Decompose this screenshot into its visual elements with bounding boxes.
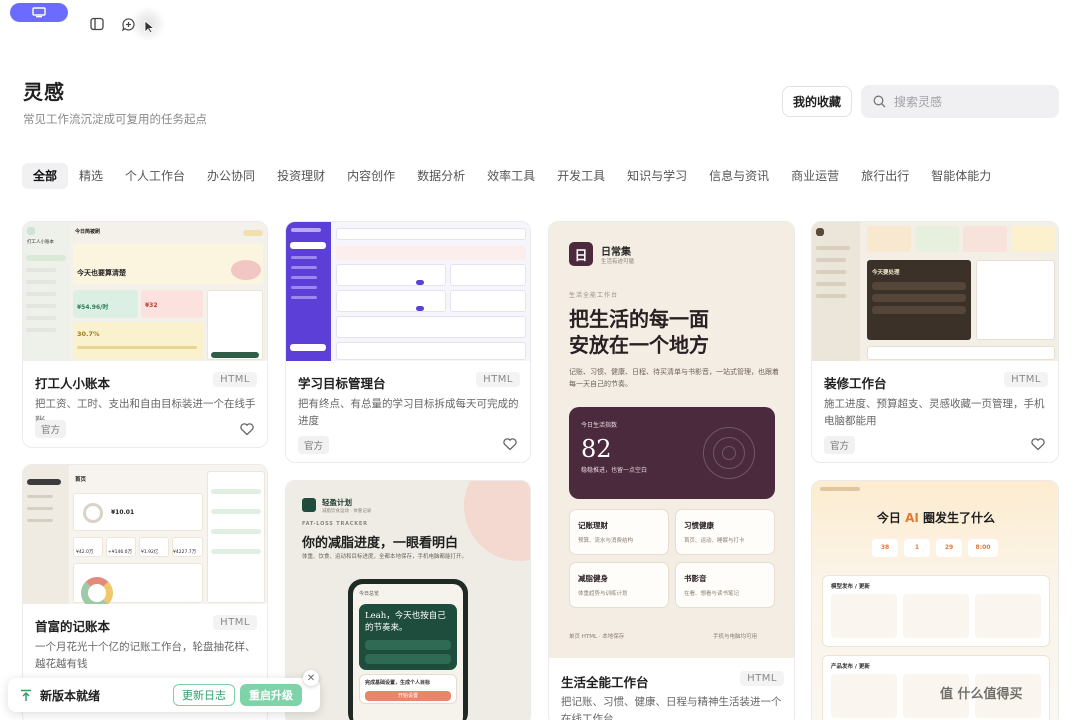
template-card[interactable]: 今天要处理 装修工作台 HTML 施工进度、预算超支、灵感收藏一页管理，手机电脑…: [811, 221, 1059, 463]
mouse-cursor-icon: [144, 19, 156, 38]
tab-travel[interactable]: 旅行出行: [850, 163, 920, 189]
card-title: 生活全能工作台: [561, 675, 649, 690]
card-thumbnail: 今天要处理: [812, 222, 1058, 361]
card-thumbnail: [286, 222, 530, 361]
card-description: 把工资、工时、支出和自由目标装进一个在线手账: [35, 398, 256, 427]
life-index-panel: 今日生活指数 82 稳稳推进，也留一点空白: [569, 407, 775, 499]
search-input[interactable]: [894, 94, 1044, 109]
tab-investing[interactable]: 投资理财: [266, 163, 336, 189]
template-card[interactable]: 学习目标管理台 HTML 把有终点、有总量的学习目标拆成每天可完成的进度 官方: [285, 221, 531, 463]
changelog-button[interactable]: 更新日志: [173, 684, 235, 706]
html-badge: HTML: [213, 372, 257, 387]
watermark-logo: 值 什么值得买: [940, 687, 1023, 702]
tab-featured[interactable]: 精选: [68, 163, 114, 189]
card-thumbnail: 首页 ¥10.01 ¥42.0万 +¥146.0万 ¥1.92亿 ¥4227.7…: [23, 465, 267, 604]
card-title: 首富的记账本: [35, 619, 111, 634]
card-thumbnail: 轻盈计划 减脂饮食运动 · 体重记录 FAT-LOSS TRACKER 你的减脂…: [286, 481, 530, 720]
restart-upgrade-button[interactable]: 重启升级: [240, 684, 302, 706]
sidebar-toggle-icon[interactable]: [89, 16, 105, 32]
search-icon: [873, 95, 886, 108]
official-tag: 官方: [35, 420, 67, 438]
computer-mode-button[interactable]: [10, 3, 68, 22]
card-title: 打工人小账本: [35, 376, 111, 391]
html-badge: HTML: [740, 671, 784, 686]
template-card[interactable]: 轻盈计划 减脂饮食运动 · 体重记录 FAT-LOSS TRACKER 你的减脂…: [285, 480, 531, 720]
heart-icon[interactable]: [502, 436, 518, 452]
upgrade-arrow-icon: [21, 689, 31, 701]
html-badge: HTML: [213, 615, 257, 630]
tab-content-creation[interactable]: 内容创作: [336, 163, 406, 189]
heart-icon[interactable]: [1030, 436, 1046, 452]
tab-data-analysis[interactable]: 数据分析: [406, 163, 476, 189]
card-description: 一个月花光十个亿的记账工作台，轮盘抽花样、越花越有钱: [35, 641, 256, 670]
monitor-icon: [32, 7, 46, 18]
card-thumbnail: 日 日常集 生活有迹可循 生活全能工作台 把生活的每一面 安放在一个地方 记账、…: [549, 222, 794, 658]
tab-productivity[interactable]: 效率工具: [476, 163, 546, 189]
tab-agent-abilities[interactable]: 智能体能力: [920, 163, 1002, 189]
my-favorites-button[interactable]: 我的收藏: [782, 86, 852, 117]
card-description: 把有终点、有总量的学习目标拆成每天可完成的进度: [298, 398, 519, 427]
page-title: 灵感: [23, 80, 65, 104]
template-card[interactable]: 日 日常集 生活有迹可循 生活全能工作台 把生活的每一面 安放在一个地方 记账、…: [548, 221, 795, 720]
official-tag: 官方: [298, 436, 330, 454]
heart-icon[interactable]: [239, 421, 255, 437]
template-card[interactable]: 打工人小账本 今日简被刷 今天也要算清楚 ¥54.96/时 ¥32 30.7% …: [22, 221, 268, 448]
tab-dev-tools[interactable]: 开发工具: [546, 163, 616, 189]
card-title: 学习目标管理台: [298, 376, 386, 391]
official-tag: 官方: [824, 436, 856, 454]
category-tabs: 全部 精选 个人工作台 办公协同 投资理财 内容创作 数据分析 效率工具 开发工…: [22, 163, 1002, 189]
search-box[interactable]: [861, 85, 1059, 118]
close-icon[interactable]: ✕: [303, 670, 319, 686]
html-badge: HTML: [476, 372, 520, 387]
card-description: 把记账、习惯、健康、日程与精神生活装进一个在线工作台: [561, 696, 782, 720]
tab-all[interactable]: 全部: [22, 163, 69, 189]
page-subtitle: 常见工作流沉淀成可复用的任务起点: [23, 112, 207, 126]
update-notification: 新版本就绪 更新日志 重启升级: [8, 678, 320, 712]
html-badge: HTML: [1004, 372, 1048, 387]
card-description: 施工进度、预算超支、灵感收藏一页管理，手机电脑都能用: [824, 398, 1045, 427]
new-chat-icon[interactable]: [120, 16, 136, 32]
tab-office-collab[interactable]: 办公协同: [196, 163, 266, 189]
card-title: 装修工作台: [824, 376, 887, 391]
tab-business[interactable]: 商业运营: [780, 163, 850, 189]
tab-personal-workspace[interactable]: 个人工作台: [114, 163, 196, 189]
card-thumbnail: 打工人小账本 今日简被刷 今天也要算清楚 ¥54.96/时 ¥32 30.7%: [23, 222, 267, 361]
update-text: 新版本就绪: [40, 688, 101, 703]
tab-news[interactable]: 信息与资讯: [698, 163, 780, 189]
tab-knowledge[interactable]: 知识与学习: [616, 163, 698, 189]
